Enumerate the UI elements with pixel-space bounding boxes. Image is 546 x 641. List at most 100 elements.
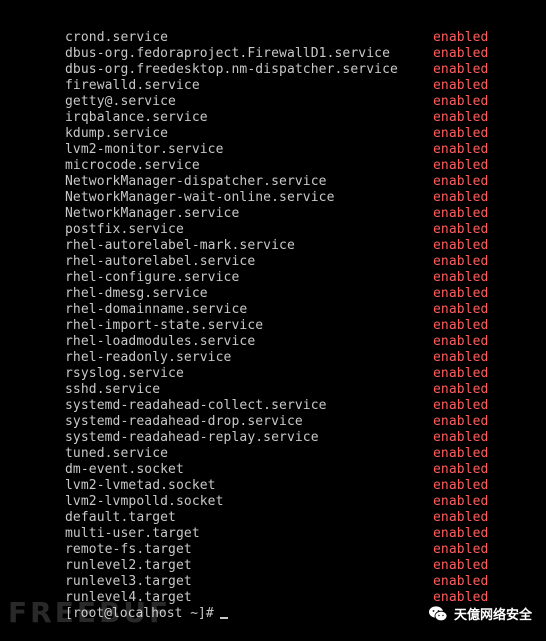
unit-file-state: enabled <box>433 174 489 189</box>
unit-file-state: enabled <box>433 414 489 429</box>
unit-file-name: tuned.service <box>65 446 169 461</box>
unit-file-name: rhel-domainname.service <box>65 302 248 317</box>
unit-file-row: rhel-dmesg.service enabled <box>65 286 495 302</box>
unit-file-state: enabled <box>433 366 489 381</box>
unit-file-row: dm-event.socket enabled <box>65 462 495 478</box>
unit-file-state: enabled <box>433 238 489 253</box>
unit-file-name: systemd-readahead-replay.service <box>65 430 319 445</box>
unit-file-state: enabled <box>433 574 489 589</box>
unit-file-state: enabled <box>433 270 489 285</box>
unit-file-name: getty@.service <box>65 94 176 109</box>
unit-file-name: multi-user.target <box>65 526 200 541</box>
unit-file-row: lvm2-lvmetad.socket enabled <box>65 478 495 494</box>
unit-file-state: enabled <box>433 142 489 157</box>
unit-file-row: rhel-autorelabel.service enabled <box>65 254 495 270</box>
unit-file-row: rhel-readonly.service enabled <box>65 350 495 366</box>
unit-file-name: rhel-autorelabel.service <box>65 254 256 269</box>
unit-file-state: enabled <box>433 446 489 461</box>
unit-file-row: kdump.service enabled <box>65 126 495 142</box>
unit-file-row: rhel-autorelabel-mark.service enabled <box>65 238 495 254</box>
unit-file-state: enabled <box>433 542 489 557</box>
unit-file-state: enabled <box>433 478 489 493</box>
unit-file-row: crond.service enabled <box>65 30 495 46</box>
unit-file-row: remote-fs.target enabled <box>65 542 495 558</box>
unit-file-name: rsyslog.service <box>65 366 184 381</box>
unit-file-name: lvm2-monitor.service <box>65 142 224 157</box>
unit-file-row: irqbalance.service enabled <box>65 110 495 126</box>
unit-file-row: rhel-configure.service enabled <box>65 270 495 286</box>
wechat-account-watermark: 天億网络安全 <box>428 604 532 623</box>
unit-file-row: tuned.service enabled <box>65 446 495 462</box>
text-cursor <box>219 617 228 619</box>
unit-file-row: lvm2-monitor.service enabled <box>65 142 495 158</box>
unit-file-state: enabled <box>433 158 489 173</box>
unit-file-state: enabled <box>433 254 489 269</box>
unit-file-name: firewalld.service <box>65 78 200 93</box>
unit-file-name: runlevel2.target <box>65 558 192 573</box>
unit-file-name: crond.service <box>65 30 169 45</box>
unit-file-state: enabled <box>433 398 489 413</box>
unit-file-name: microcode.service <box>65 158 200 173</box>
terminal-screen[interactable]: crond.service enabled dbus-org.fedoraproje… <box>0 0 546 641</box>
unit-file-state: enabled <box>433 334 489 349</box>
unit-file-name: NetworkManager-wait-online.service <box>65 190 335 205</box>
unit-file-state: enabled <box>433 302 489 317</box>
unit-file-row: sshd.service enabled <box>65 382 495 398</box>
unit-file-name: rhel-dmesg.service <box>65 286 208 301</box>
unit-file-row: dbus-org.fedoraproject.FirewallD1.servic… <box>65 46 495 62</box>
unit-file-row: rsyslog.service enabled <box>65 366 495 382</box>
unit-file-row: NetworkManager-wait-online.service enable… <box>65 190 495 206</box>
unit-file-state: enabled <box>433 206 489 221</box>
unit-file-row: runlevel3.target enabled <box>65 574 495 590</box>
unit-file-row: systemd-readahead-drop.service enabled <box>65 414 495 430</box>
unit-file-row: postfix.service enabled <box>65 222 495 238</box>
unit-file-name: postfix.service <box>65 222 184 237</box>
unit-file-row: getty@.service enabled <box>65 94 495 110</box>
unit-file-row: rhel-loadmodules.service enabled <box>65 334 495 350</box>
unit-file-name: rhel-loadmodules.service <box>65 334 256 349</box>
unit-file-name: systemd-readahead-drop.service <box>65 414 303 429</box>
unit-file-row: multi-user.target enabled <box>65 526 495 542</box>
unit-file-name: kdump.service <box>65 126 169 141</box>
unit-file-name: runlevel3.target <box>65 574 192 589</box>
unit-file-row: default.target enabled <box>65 510 495 526</box>
unit-file-name: irqbalance.service <box>65 110 208 125</box>
unit-file-state: enabled <box>433 462 489 477</box>
unit-file-name: dm-event.socket <box>65 462 184 477</box>
unit-file-state: enabled <box>433 126 489 141</box>
unit-file-state: enabled <box>433 94 489 109</box>
unit-file-row: dbus-org.freedesktop.nm-dispatcher.servi… <box>65 62 495 78</box>
unit-file-name: systemd-readahead-collect.service <box>65 398 327 413</box>
unit-file-row: systemd-readahead-collect.service enabled <box>65 398 495 414</box>
unit-file-name: remote-fs.target <box>65 542 192 557</box>
unit-file-name: rhel-import-state.service <box>65 318 264 333</box>
unit-file-state: enabled <box>433 62 489 77</box>
unit-file-row: rhel-domainname.service enabled <box>65 302 495 318</box>
unit-file-row: rhel-import-state.service enabled <box>65 318 495 334</box>
unit-file-row: NetworkManager.service enabled <box>65 206 495 222</box>
unit-file-row: NetworkManager-dispatcher.service enabled <box>65 174 495 190</box>
unit-file-state: enabled <box>433 350 489 365</box>
unit-file-name: lvm2-lvmpolld.socket <box>65 494 224 509</box>
unit-file-name: dbus-org.freedesktop.nm-dispatcher.servi… <box>65 62 398 77</box>
unit-file-state: enabled <box>433 110 489 125</box>
unit-file-name: rhel-configure.service <box>65 270 240 285</box>
wechat-icon <box>428 605 448 623</box>
unit-file-name: NetworkManager.service <box>65 206 240 221</box>
wechat-account-name: 天億网络安全 <box>453 608 532 623</box>
unit-file-list: crond.service enabled dbus-org.fedoraproje… <box>65 30 495 606</box>
unit-file-state: enabled <box>433 526 489 541</box>
unit-file-name: dbus-org.fedoraproject.FirewallD1.servic… <box>65 46 390 61</box>
unit-file-state: enabled <box>433 222 489 237</box>
unit-file-state: enabled <box>433 190 489 205</box>
freebuf-watermark: FREEBUF <box>8 596 172 629</box>
unit-file-state: enabled <box>433 30 489 45</box>
unit-file-name: rhel-readonly.service <box>65 350 232 365</box>
unit-file-state: enabled <box>433 286 489 301</box>
unit-file-row: systemd-readahead-replay.service enabled <box>65 430 495 446</box>
unit-file-name: lvm2-lvmetad.socket <box>65 478 216 493</box>
unit-file-row: runlevel2.target enabled <box>65 558 495 574</box>
unit-file-state: enabled <box>433 382 489 397</box>
unit-file-state: enabled <box>433 318 489 333</box>
unit-file-state: enabled <box>433 46 489 61</box>
